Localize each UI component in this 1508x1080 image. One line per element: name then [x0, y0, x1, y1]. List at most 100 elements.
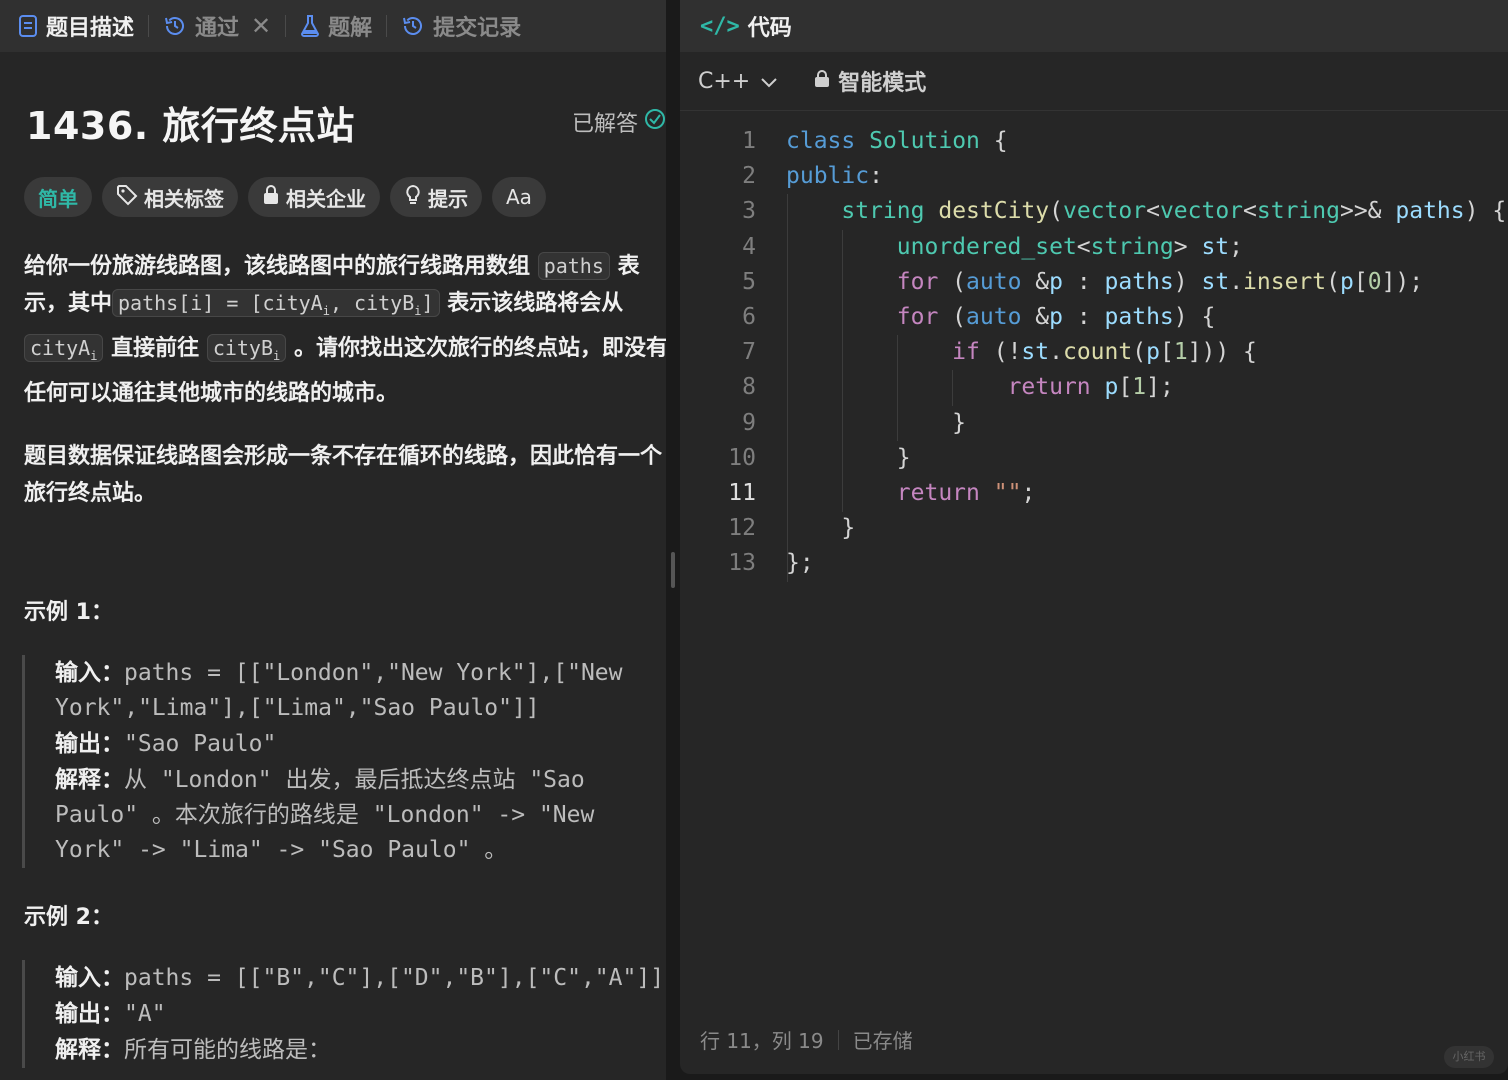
hint-label: 提示 — [428, 186, 468, 211]
history-icon — [163, 14, 187, 38]
tab-solutions-label: 题解 — [328, 16, 373, 41]
lightbulb-icon — [404, 184, 422, 211]
example-2-title: 示例 2： — [24, 905, 113, 930]
code-panel: </> 代码 C++ 智能模式 1 class Solution { 2 publi… — [680, 0, 1508, 1074]
solved-label: 已解答 — [571, 112, 638, 137]
code-text: if (!st.count(p[1])) { — [952, 339, 1257, 366]
code-text: public: — [786, 163, 883, 190]
tag-chips: 简单 相关标签 相关企业 提示 Aa — [24, 177, 546, 217]
tab-divider — [148, 15, 150, 37]
smart-mode-toggle[interactable]: 智能模式 — [814, 65, 926, 97]
panel-resizer[interactable] — [666, 0, 680, 1080]
description-paragraph: 给你一份旅游线路图，该线路图中的旅行线路用数组 paths 表示，其中 paths… — [24, 252, 666, 406]
language-label: C++ — [698, 68, 751, 94]
problem-panel: 题目描述 通过 ✕ 题解 提交记录 1436. 旅行终点站 已解答 简单 相关标… — [0, 0, 666, 1080]
line-number: 10 — [728, 444, 756, 471]
editor-toolbar: C++ 智能模式 — [680, 52, 1508, 111]
inline-code: cityAi — [24, 334, 104, 363]
solved-badge: 已解答 — [572, 106, 666, 138]
line-number: 6 — [742, 303, 756, 330]
line-number: 12 — [728, 515, 756, 542]
line-number: 3 — [742, 198, 756, 225]
check-circle-icon — [644, 108, 666, 136]
line-number: 11 — [728, 479, 756, 506]
related-companies-button[interactable]: 相关企业 — [248, 177, 380, 217]
code-line: 10 } — [680, 441, 1508, 476]
tab-submissions-label: 提交记录 — [433, 16, 522, 41]
code-line: 2 public: — [680, 159, 1508, 194]
related-tags-label: 相关标签 — [144, 186, 224, 211]
code-line: 13}; — [680, 546, 1508, 581]
line-number: 1 — [742, 128, 756, 154]
inline-code: cityBi — [206, 334, 287, 363]
mode-label: 智能模式 — [838, 71, 927, 96]
status-divider — [837, 1029, 839, 1050]
example-2-block: 输入：paths = [["B","C"],["D","B"],["C","A"… — [22, 960, 665, 1068]
line-number: 2 — [742, 163, 756, 190]
code-line: 11 return ""; — [680, 476, 1508, 511]
line-number: 13 — [728, 550, 756, 577]
language-select[interactable]: C++ — [698, 69, 778, 94]
code-text: } — [786, 444, 911, 471]
tab-passed[interactable]: 通过 ✕ — [163, 0, 285, 52]
code-text: for (auto &p : paths) st.insert(p[0]); — [896, 268, 1424, 295]
translate-button[interactable]: Aa — [492, 177, 546, 217]
code-line: 7 if (!st.count(p[1])) { — [680, 335, 1508, 370]
tab-solutions[interactable]: 题解 — [300, 0, 386, 52]
code-text: }; — [786, 550, 814, 577]
code-panel-title: 代码 — [747, 16, 792, 41]
code-panel-header: </> 代码 — [680, 0, 1508, 52]
line-number: 5 — [742, 268, 756, 295]
chevron-down-icon — [760, 69, 778, 94]
problem-description: 给你一份旅游线路图，该线路图中的旅行线路用数组 paths 表示，其中 paths… — [24, 248, 666, 538]
left-tab-bar: 题目描述 通过 ✕ 题解 提交记录 — [0, 0, 666, 52]
code-line: 12 } — [680, 511, 1508, 546]
line-number: 7 — [742, 339, 756, 366]
problem-header: 1436. 旅行终点站 已解答 — [26, 96, 666, 148]
tab-description-label: 题目描述 — [46, 16, 135, 41]
line-number: 4 — [742, 233, 756, 260]
example-1-title: 示例 1： — [24, 600, 113, 625]
code-line: 3 string destCity(vector<vector<string>>… — [680, 194, 1508, 229]
related-companies-label: 相关企业 — [286, 186, 366, 211]
tab-divider — [285, 15, 287, 37]
history-icon — [401, 14, 425, 38]
code-text: } — [786, 515, 856, 542]
code-text: } — [786, 409, 967, 436]
line-number: 9 — [742, 409, 756, 436]
tab-passed-label: 通过 — [195, 16, 240, 41]
code-line: 5 for (auto &p : paths) st.insert(p[0]); — [680, 265, 1508, 300]
code-icon: </> — [700, 13, 740, 39]
code-text: return p[1]; — [1007, 374, 1174, 401]
code-line: 4 unordered_set<string> st; — [680, 230, 1508, 265]
tag-icon — [116, 184, 138, 211]
line-number: 8 — [742, 374, 756, 401]
lock-icon — [814, 69, 830, 94]
code-line: 9 } — [680, 406, 1508, 441]
code-text: unordered_set<string> st; — [896, 233, 1244, 260]
resize-handle[interactable] — [671, 552, 675, 588]
code-editor[interactable]: 1 class Solution { 2 public: 3 string dest… — [680, 124, 1508, 582]
code-line: 8 return p[1]; — [680, 370, 1508, 405]
translate-label: Aa — [506, 185, 532, 209]
tab-submissions[interactable]: 提交记录 — [401, 0, 535, 52]
code-text: for (auto &p : paths) { — [896, 303, 1216, 330]
example-1-block: 输入：paths = [["London","New York"],["New … — [22, 655, 665, 868]
save-status: 已存储 — [852, 1029, 913, 1053]
code-text: string destCity(vector<vector<string>>& … — [841, 198, 1507, 225]
editor-status-bar: 行 11，列 19 已存储 — [700, 1025, 913, 1054]
flask-icon — [300, 15, 320, 37]
difficulty-badge[interactable]: 简单 — [24, 177, 92, 217]
close-icon[interactable]: ✕ — [251, 12, 271, 40]
code-line: 6 for (auto &p : paths) { — [680, 300, 1508, 335]
tab-divider — [386, 15, 388, 37]
cursor-position: 行 11，列 19 — [700, 1029, 824, 1053]
page-title: 1436. 旅行终点站 — [26, 103, 355, 148]
tab-description[interactable]: 题目描述 — [18, 0, 148, 52]
hint-button[interactable]: 提示 — [390, 177, 482, 217]
lock-icon — [262, 184, 280, 210]
inline-code: paths[i] = [cityAi, cityBi] — [112, 289, 440, 318]
inline-code: paths — [537, 252, 610, 280]
code-text: class Solution { — [786, 128, 1008, 154]
related-tags-button[interactable]: 相关标签 — [102, 177, 238, 217]
